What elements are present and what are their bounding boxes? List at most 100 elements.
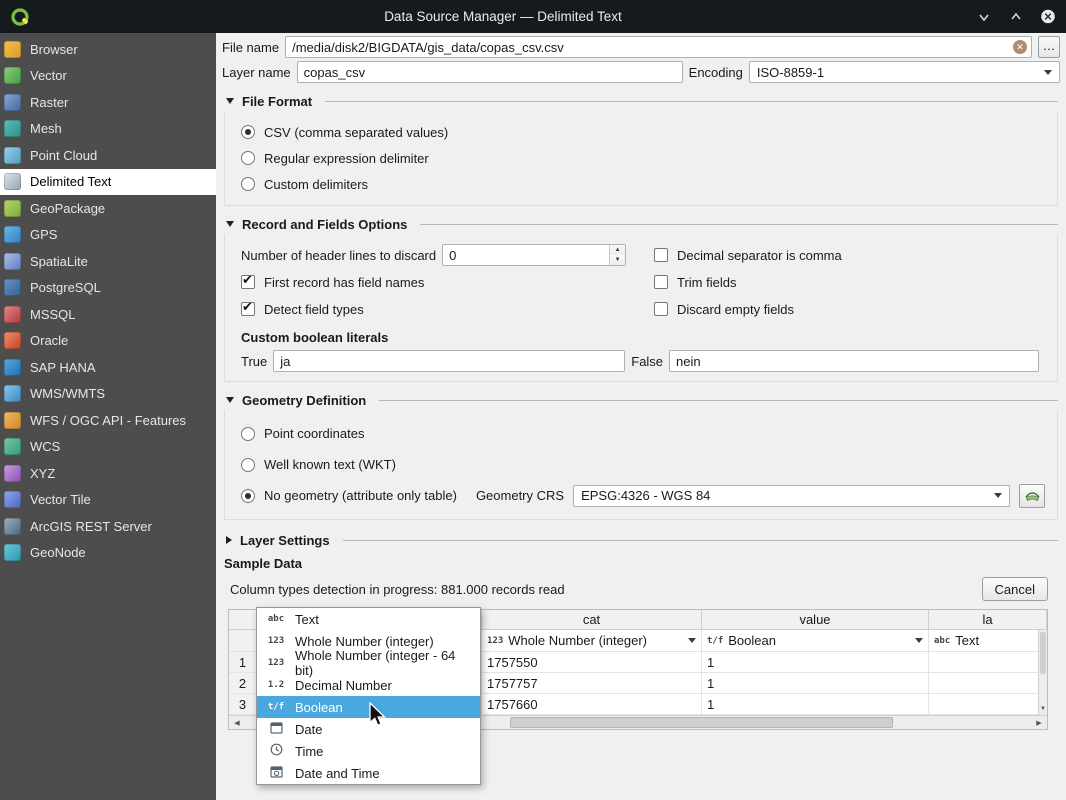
chevron-down-button[interactable] [976, 9, 992, 25]
table-cell[interactable] [929, 694, 1047, 715]
table-cell[interactable]: 1 [702, 652, 929, 673]
sidebar-item-geopackage[interactable]: GeoPackage [0, 195, 216, 222]
scroll-down-icon[interactable]: ▼ [1039, 704, 1047, 715]
type-menu-item-datetime[interactable]: Date and Time [257, 762, 480, 784]
sidebar-item-point-cloud[interactable]: Point Cloud [0, 142, 216, 169]
checkbox-first-record[interactable]: First record has field names [241, 269, 654, 295]
spin-up-icon[interactable]: ▲ [610, 245, 625, 255]
table-cell[interactable]: 1757550 [482, 652, 702, 673]
checkbox-detect-types[interactable]: Detect field types [241, 296, 654, 322]
type-menu-item-whole-number-64[interactable]: 123 Whole Number (integer - 64 bit) [257, 652, 480, 674]
type-select-la[interactable]: abc Text [929, 630, 1047, 652]
vector-tile-icon [4, 491, 21, 508]
table-cell[interactable] [929, 673, 1047, 694]
sidebar-item-mesh[interactable]: Mesh [0, 116, 216, 143]
sidebar-item-oracle[interactable]: Oracle [0, 328, 216, 355]
checkbox-trim-fields[interactable]: Trim fields [654, 269, 1047, 295]
calendar-clock-icon [265, 765, 287, 781]
select-crs-button[interactable] [1019, 484, 1045, 508]
table-cell[interactable]: 1757660 [482, 694, 702, 715]
sidebar-item-wcs[interactable]: WCS [0, 434, 216, 461]
false-literal-input[interactable]: nein [669, 350, 1039, 372]
column-header-cat[interactable]: cat [482, 610, 702, 630]
header-lines-spinner[interactable]: 0 ▲ ▼ [442, 244, 626, 266]
type-menu-item-boolean[interactable]: t/f Boolean [257, 696, 480, 718]
sidebar-item-geonode[interactable]: GeoNode [0, 540, 216, 567]
sidebar-item-xyz[interactable]: XYZ [0, 460, 216, 487]
vertical-scrollbar[interactable]: ▼ [1038, 630, 1047, 715]
sidebar-item-wms-wmts[interactable]: WMS/WMTS [0, 381, 216, 408]
geometry-header[interactable]: Geometry Definition [224, 392, 1058, 408]
file-format-header[interactable]: File Format [224, 93, 1058, 109]
sidebar-item-vector[interactable]: Vector [0, 63, 216, 90]
true-literal-input[interactable]: ja [273, 350, 625, 372]
section-geometry: Geometry Definition Point coordinates We… [224, 392, 1058, 520]
radio-wkt[interactable]: Well known text (WKT) [241, 449, 1047, 480]
close-button[interactable] [1040, 9, 1056, 25]
table-cell[interactable]: 1757757 [482, 673, 702, 694]
clear-icon[interactable]: ✕ [1013, 40, 1027, 54]
detection-progress-text: Column types detection in progress: 881.… [230, 582, 565, 597]
radio-regex-delimiter[interactable]: Regular expression delimiter [241, 145, 1047, 171]
sidebar-item-sap-hana[interactable]: SAP HANA [0, 354, 216, 381]
field-type-dropdown-menu: abc Text 123 Whole Number (integer) 123 … [256, 607, 481, 785]
radio-no-geometry[interactable] [241, 489, 255, 503]
sidebar-item-gps[interactable]: GPS [0, 222, 216, 249]
layer-name-input[interactable]: copas_csv [297, 61, 683, 83]
scrollbar-thumb[interactable] [1040, 632, 1046, 674]
type-select-value[interactable]: t/f Boolean [702, 630, 929, 652]
radio-point-coordinates[interactable]: Point coordinates [241, 418, 1047, 449]
sidebar-item-postgresql[interactable]: PostgreSQL [0, 275, 216, 302]
row-number[interactable]: 2 [229, 673, 257, 694]
scrollbar-thumb[interactable] [510, 717, 893, 728]
file-name-input[interactable]: /media/disk2/BIGDATA/gis_data/copas_csv.… [285, 36, 1032, 58]
sidebar-item-wfs[interactable]: WFS / OGC API - Features [0, 407, 216, 434]
type-menu-item-text[interactable]: abc Text [257, 608, 480, 630]
sidebar-item-arcgis-rest[interactable]: ArcGIS REST Server [0, 513, 216, 540]
raster-icon [4, 94, 21, 111]
text-type-icon: abc [934, 636, 950, 646]
sidebar-item-spatialite[interactable]: SpatiaLite [0, 248, 216, 275]
table-cell[interactable]: 1 [702, 694, 929, 715]
sidebar-item-vector-tile[interactable]: Vector Tile [0, 487, 216, 514]
geometry-crs-select[interactable]: EPSG:4326 - WGS 84 [573, 485, 1010, 507]
type-select-cat[interactable]: 123 Whole Number (integer) [482, 630, 702, 652]
row-number[interactable]: 1 [229, 652, 257, 673]
scroll-right-icon[interactable]: ▶ [1031, 716, 1047, 729]
radio-custom-delimiters[interactable]: Custom delimiters [241, 171, 1047, 197]
integer-type-icon: 123 [265, 636, 287, 646]
vector-icon [4, 67, 21, 84]
decimal-type-icon: 1.2 [265, 680, 287, 690]
spin-down-icon[interactable]: ▼ [610, 255, 625, 265]
radio-csv[interactable]: CSV (comma separated values) [241, 119, 1047, 145]
source-type-sidebar: Browser Vector Raster Mesh Point Cloud D… [0, 33, 216, 800]
radio-icon [241, 151, 255, 165]
cancel-button[interactable]: Cancel [982, 577, 1048, 601]
expand-arrow-icon [226, 536, 232, 544]
type-menu-item-date[interactable]: Date [257, 718, 480, 740]
sidebar-item-mssql[interactable]: MSSQL [0, 301, 216, 328]
column-header-la[interactable]: la [929, 610, 1047, 630]
encoding-select[interactable]: ISO-8859-1 [749, 61, 1060, 83]
comma-file-icon [4, 173, 21, 190]
sidebar-item-delimited-text[interactable]: Delimited Text [0, 169, 216, 196]
record-fields-header[interactable]: Record and Fields Options [224, 216, 1058, 232]
type-menu-item-time[interactable]: Time [257, 740, 480, 762]
layer-settings-header[interactable]: Layer Settings [224, 532, 1058, 548]
table-cell[interactable]: 1 [702, 673, 929, 694]
browse-button[interactable]: … [1038, 36, 1060, 58]
sidebar-item-browser[interactable]: Browser [0, 36, 216, 63]
table-cell[interactable] [929, 652, 1047, 673]
row-number[interactable]: 3 [229, 694, 257, 715]
chevron-down-icon [688, 638, 696, 643]
collapse-arrow-icon [226, 221, 234, 227]
checkbox-decimal-separator[interactable]: Decimal separator is comma [654, 242, 1047, 268]
chevron-up-button[interactable] [1008, 9, 1024, 25]
geonode-icon [4, 544, 21, 561]
radio-icon [241, 458, 255, 472]
column-header-value[interactable]: value [702, 610, 929, 630]
sidebar-item-raster[interactable]: Raster [0, 89, 216, 116]
checkbox-discard-empty[interactable]: Discard empty fields [654, 296, 1047, 322]
postgresql-icon [4, 279, 21, 296]
scroll-left-icon[interactable]: ◀ [229, 716, 245, 729]
